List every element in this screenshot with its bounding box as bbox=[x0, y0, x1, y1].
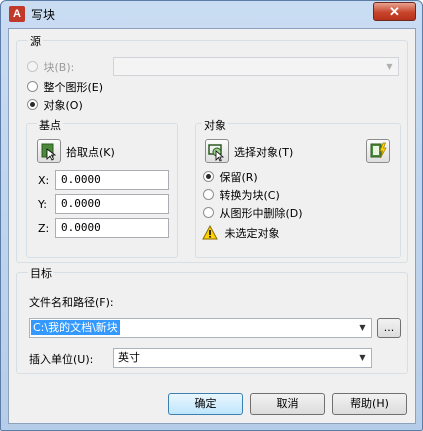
radio-retain[interactable]: 保留(R) bbox=[203, 169, 258, 185]
insert-units-combo[interactable]: 英寸 ▼ bbox=[113, 348, 372, 368]
block-name-combo: ▼ bbox=[113, 57, 399, 76]
y-coordinate-value: 0.0000 bbox=[61, 197, 101, 210]
x-coordinate-input[interactable]: 0.0000 bbox=[55, 170, 169, 190]
file-path-value[interactable]: C:\我的文档\新块 bbox=[31, 320, 120, 335]
pick-point-label[interactable]: 拾取点(K) bbox=[66, 144, 115, 160]
file-path-combo[interactable]: C:\我的文档\新块 ▼ bbox=[29, 318, 372, 338]
no-objects-warning: 未选定对象 bbox=[202, 224, 280, 241]
chevron-down-icon: ▼ bbox=[386, 62, 393, 71]
x-axis-label: X: bbox=[38, 174, 50, 187]
select-objects-label[interactable]: 选择对象(T) bbox=[234, 144, 293, 160]
radio-convert-indicator[interactable] bbox=[203, 189, 214, 200]
insert-units-value: 英寸 bbox=[118, 351, 140, 364]
radio-delete-indicator[interactable] bbox=[203, 207, 214, 218]
radio-block-indicator[interactable] bbox=[27, 61, 38, 72]
dialog-client-area: 源 块(B): ▼ 整个图形(E) 对象(O) 基点 拾取点(K) X: 0.0… bbox=[8, 28, 416, 424]
target-group-label: 目标 bbox=[28, 265, 54, 281]
source-group-label: 源 bbox=[28, 33, 43, 49]
pick-point-icon bbox=[41, 143, 57, 161]
z-axis-label: Z: bbox=[38, 222, 50, 235]
title-bar[interactable]: A 写块 ✕ bbox=[1, 1, 422, 27]
y-axis-label: Y: bbox=[38, 198, 47, 211]
y-coordinate-input[interactable]: 0.0000 bbox=[55, 194, 169, 214]
chevron-down-icon[interactable]: ▼ bbox=[354, 319, 371, 336]
radio-entire-drawing[interactable]: 整个图形(E) bbox=[27, 79, 103, 95]
warning-icon bbox=[202, 224, 218, 240]
quick-select-icon bbox=[370, 142, 387, 159]
browse-button[interactable]: ... bbox=[377, 318, 401, 338]
z-coordinate-input[interactable]: 0.0000 bbox=[55, 218, 169, 238]
autocad-app-icon: A bbox=[9, 6, 25, 22]
write-block-dialog: A 写块 ✕ 源 块(B): ▼ 整个图形(E) 对象(O) 基点 拾取点(K)… bbox=[0, 0, 423, 431]
radio-retain-indicator[interactable] bbox=[203, 171, 214, 182]
warning-text: 未选定对象 bbox=[224, 227, 280, 240]
file-path-label: 文件名和路径(F): bbox=[29, 296, 114, 309]
radio-delete-from-drawing[interactable]: 从图形中删除(D) bbox=[203, 205, 303, 221]
select-objects-icon bbox=[208, 144, 225, 162]
window-title: 写块 bbox=[31, 8, 56, 22]
close-button[interactable]: ✕ bbox=[373, 2, 416, 21]
help-button[interactable]: 帮助(H) bbox=[332, 393, 407, 415]
select-objects-button[interactable] bbox=[205, 139, 229, 163]
radio-retain-label: 保留(R) bbox=[219, 171, 258, 184]
pick-point-button[interactable] bbox=[37, 139, 61, 163]
radio-entire-drawing-label: 整个图形(E) bbox=[43, 81, 104, 94]
chevron-down-icon[interactable]: ▼ bbox=[354, 349, 371, 366]
radio-convert-label: 转换为块(C) bbox=[219, 189, 280, 202]
radio-objects-indicator[interactable] bbox=[27, 99, 38, 110]
ok-button[interactable]: 确定 bbox=[168, 393, 243, 415]
base-point-group-label: 基点 bbox=[37, 117, 63, 133]
radio-entire-drawing-indicator[interactable] bbox=[27, 81, 38, 92]
radio-objects[interactable]: 对象(O) bbox=[27, 97, 83, 113]
insert-units-label: 插入单位(U): bbox=[29, 353, 94, 366]
radio-block[interactable]: 块(B): bbox=[27, 59, 74, 75]
radio-block-label: 块(B): bbox=[43, 61, 75, 74]
cancel-button[interactable]: 取消 bbox=[250, 393, 325, 415]
x-coordinate-value: 0.0000 bbox=[61, 173, 101, 186]
radio-convert-to-block[interactable]: 转换为块(C) bbox=[203, 187, 280, 203]
radio-delete-label: 从图形中删除(D) bbox=[219, 207, 303, 220]
z-coordinate-value: 0.0000 bbox=[61, 221, 101, 234]
radio-objects-label: 对象(O) bbox=[43, 99, 83, 112]
quick-select-button[interactable] bbox=[366, 139, 390, 163]
objects-group-label: 对象 bbox=[202, 117, 228, 133]
